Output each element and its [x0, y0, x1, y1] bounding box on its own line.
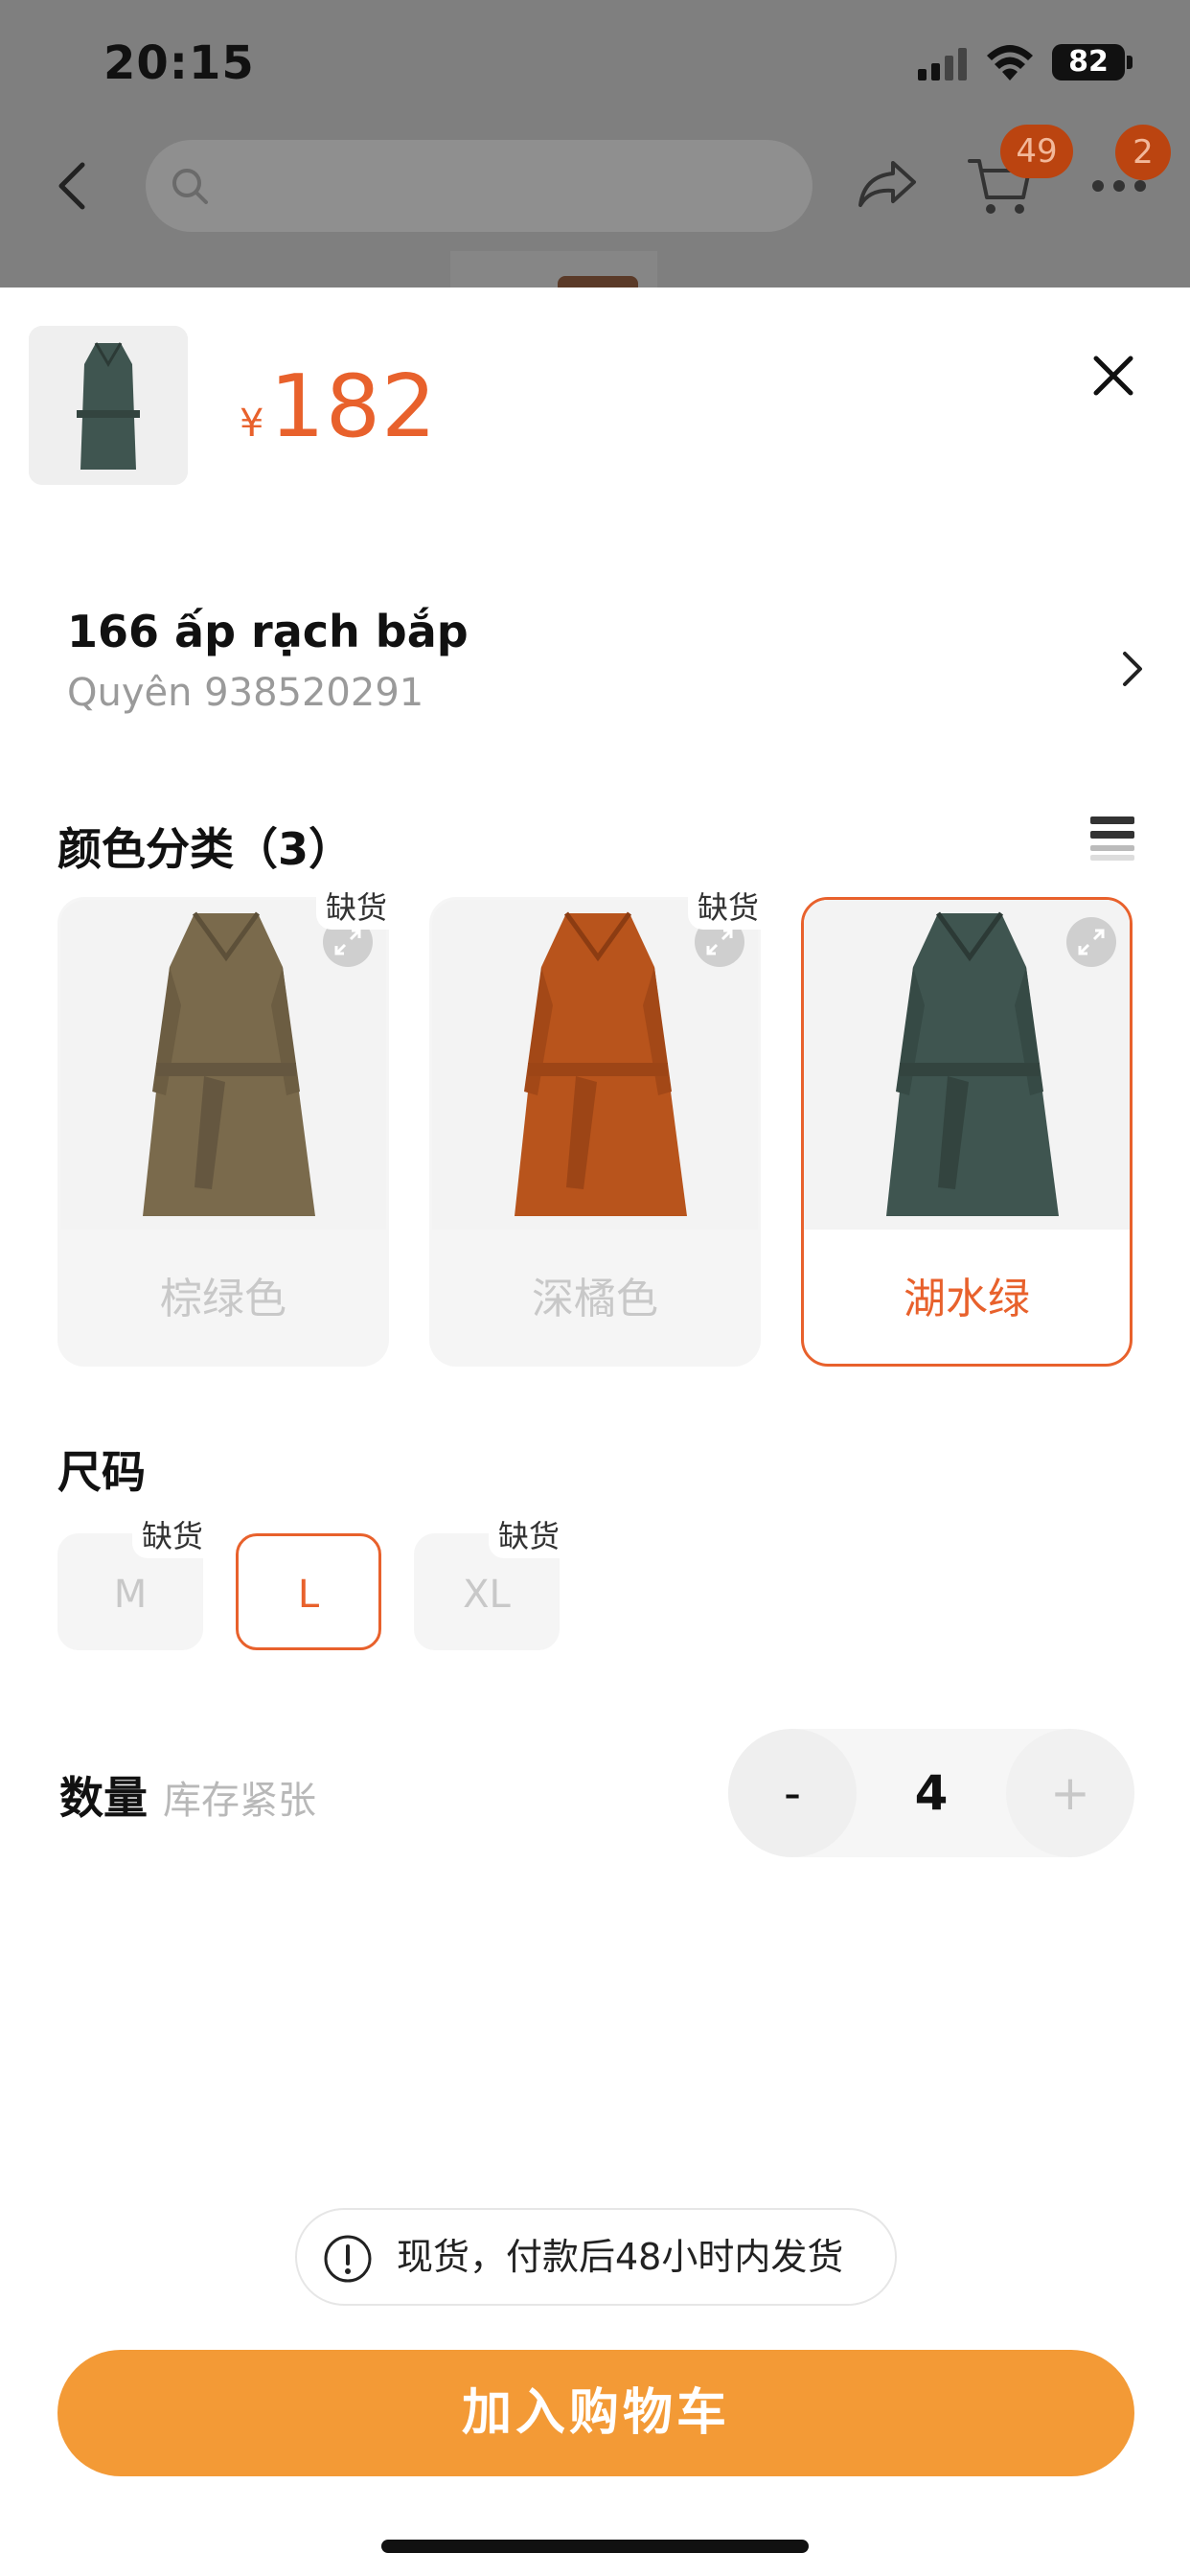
- stock-hint: 库存紧张: [163, 1779, 316, 1823]
- color-option-label: 深橘色: [532, 1275, 658, 1323]
- info-icon: [324, 2235, 372, 2283]
- battery-tip: [1127, 56, 1133, 69]
- status-time: 20:15: [103, 36, 255, 90]
- share-icon[interactable]: [857, 157, 918, 211]
- cellular-signal-icon: [918, 48, 967, 80]
- add-to-cart-button[interactable]: 加入购物车: [57, 2350, 1134, 2476]
- battery-indicator: 82: [1052, 44, 1125, 80]
- shipping-notice-text: 现货，付款后48小时内发货: [397, 2236, 844, 2278]
- dimmed-background[interactable]: 20:15 82 49 2: [0, 0, 1190, 288]
- color-option-label: 棕绿色: [160, 1275, 286, 1323]
- size-section-title: 尺码: [57, 1446, 146, 1498]
- shipping-address-row[interactable]: 166 ấp rạch bắp Quyên 938520291: [0, 594, 1190, 732]
- more-options-icon[interactable]: [1090, 178, 1148, 194]
- background-product-peek-detail: [558, 276, 638, 288]
- decrement-button[interactable]: -: [728, 1729, 857, 1857]
- address-recipient: Quyên 938520291: [67, 671, 424, 715]
- size-option-l[interactable]: L: [236, 1533, 381, 1650]
- product-thumbnail[interactable]: [29, 326, 188, 485]
- message-count-badge: 2: [1115, 125, 1171, 180]
- close-icon[interactable]: [1088, 351, 1138, 401]
- color-section-title: 颜色分类（3）: [57, 823, 354, 875]
- out-of-stock-tag: 缺货: [132, 1510, 214, 1558]
- price-value: 182: [269, 356, 438, 457]
- expand-icon[interactable]: [1066, 917, 1116, 967]
- price-currency: ¥: [240, 402, 264, 446]
- increment-button[interactable]: +: [1006, 1729, 1134, 1857]
- color-option-label: 湖水绿: [904, 1275, 1030, 1323]
- cart-count-badge: 49: [1000, 125, 1073, 178]
- quantity-stepper: - 4 +: [728, 1729, 1134, 1857]
- out-of-stock-tag: 缺货: [688, 882, 769, 930]
- out-of-stock-tag: 缺货: [316, 882, 398, 930]
- color-option-brown-green[interactable]: 棕绿色: [57, 897, 389, 1367]
- list-view-icon[interactable]: [1088, 815, 1136, 862]
- address-line: 166 ấp rạch bắp: [67, 606, 469, 657]
- chevron-right-icon: [1123, 652, 1142, 686]
- coat-thumbnail-image: [29, 326, 188, 485]
- quantity-value[interactable]: 4: [857, 1729, 1006, 1857]
- color-option-lake-green[interactable]: 湖水绿: [801, 897, 1133, 1367]
- color-option-dark-orange[interactable]: 深橘色: [429, 897, 761, 1367]
- quantity-label: 数量: [59, 1772, 148, 1824]
- sku-selection-sheet: ¥182 166 ấp rạch bắp Quyên 938520291 颜色分…: [0, 288, 1190, 2576]
- price: ¥182: [240, 356, 437, 457]
- back-arrow-icon[interactable]: [54, 161, 92, 211]
- out-of-stock-tag: 缺货: [489, 1510, 570, 1558]
- search-bar[interactable]: [146, 140, 812, 232]
- shipping-notice: 现货，付款后48小时内发货: [295, 2208, 897, 2306]
- search-icon: [172, 169, 208, 204]
- home-indicator[interactable]: [381, 2540, 809, 2553]
- wifi-icon: [987, 45, 1033, 80]
